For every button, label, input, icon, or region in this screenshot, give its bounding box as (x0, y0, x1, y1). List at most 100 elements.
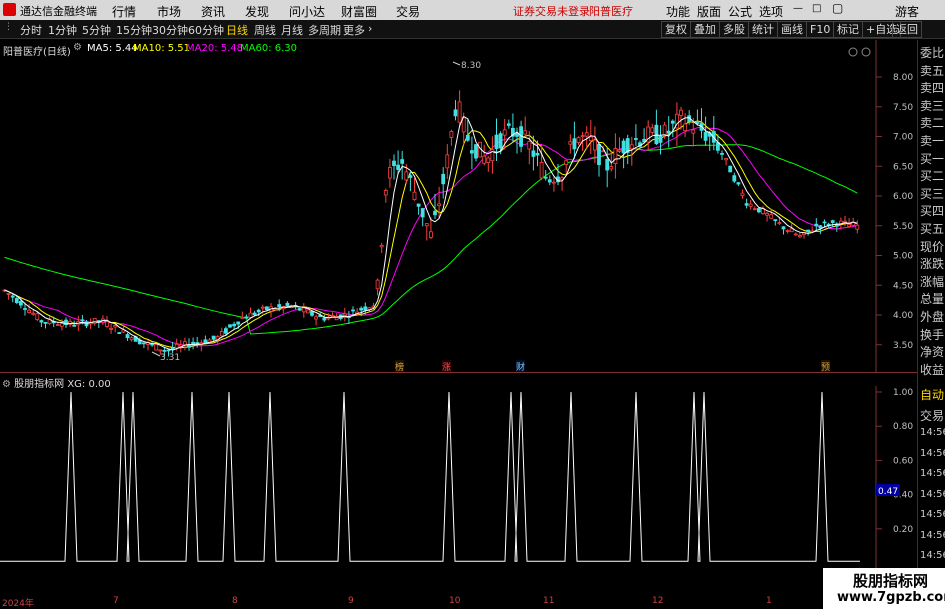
menu-fortune[interactable]: 财富圈 (341, 3, 377, 20)
indicator-chart[interactable]: 1.000.800.600.400.20 0.47 (0, 386, 917, 596)
candle-body (523, 130, 528, 135)
menu-formula[interactable]: 公式 (728, 3, 752, 20)
candle-body (769, 214, 774, 219)
candle-body (572, 138, 577, 150)
app-logo-icon (3, 3, 16, 16)
toolbar-button[interactable]: 统计 (748, 21, 778, 38)
price-axis: 8.00 7.50 7.00 6.50 6.00 5.50 5.00 4.50 4.00 3.50 (876, 73, 913, 351)
candle-body (634, 138, 638, 140)
candle-body (211, 335, 216, 340)
candle-body (847, 224, 851, 227)
candle-body (55, 324, 60, 326)
period-tab[interactable]: 60分钟 (188, 22, 224, 38)
low-annotation: 3.31 (151, 351, 180, 363)
toolbar-button[interactable]: 返回 (892, 21, 922, 38)
time-label: 1 (766, 596, 772, 606)
toolbar-button[interactable]: 画线 (777, 21, 807, 38)
period-tab[interactable]: 15分钟 (116, 22, 152, 38)
candles (2, 90, 860, 357)
candle-body (351, 309, 355, 312)
candle-body (588, 136, 593, 142)
menu-layout[interactable]: 版面 (697, 3, 721, 20)
candle-body (264, 306, 269, 311)
quote-field-label: 换手 (920, 327, 945, 342)
quote-field-label: 买一 (920, 151, 945, 166)
candle-body (482, 155, 487, 164)
price-tick-label: 5.00 (893, 252, 913, 262)
watermark-url: www.7gpzb.com (837, 590, 945, 605)
quote-field-label: 卖四 (920, 81, 945, 96)
toolbar-button[interactable]: 多股 (719, 21, 749, 38)
candle-body (72, 324, 77, 327)
period-tab-more[interactable]: 更多 (343, 22, 365, 38)
price-tick-label: 5.50 (893, 222, 913, 232)
period-tab[interactable]: 多周期 (308, 22, 341, 38)
quote-tab[interactable]: 交易 (920, 407, 944, 424)
title-bar: 通达信金融终端 行情 市场 资讯 发现 问小达 财富圈 交易 证券交易未登录 阳… (0, 0, 945, 20)
candle-body (757, 208, 761, 213)
indicator-tick-label: 0.80 (893, 422, 913, 432)
candle-body (531, 150, 536, 157)
candle-body (789, 228, 794, 233)
chevron-right-icon[interactable]: › (368, 22, 372, 35)
quote-field-label: 卖五 (920, 63, 945, 78)
toolbar-button[interactable]: 叠加 (690, 21, 720, 38)
menu-quotes[interactable]: 行情 (112, 3, 136, 20)
candle-body (539, 162, 544, 179)
period-tab[interactable]: 月线 (281, 22, 303, 38)
period-tab[interactable]: 周线 (254, 22, 276, 38)
tick-time: 14:56 (920, 529, 945, 541)
app-name: 通达信金融终端 (20, 5, 97, 18)
quote-tab[interactable]: 自动 (920, 386, 944, 403)
candle-body (14, 298, 19, 304)
toolbar-button[interactable]: 复权 (661, 21, 691, 38)
menu-function[interactable]: 功能 (666, 3, 690, 20)
toolbar-button[interactable]: F10 (806, 21, 835, 38)
restore-icon[interactable]: □ (812, 3, 821, 14)
candle-body (31, 312, 36, 315)
menu-market[interactable]: 市场 (157, 3, 181, 20)
current-value: 0.47 (878, 487, 898, 497)
candle-body (748, 203, 753, 207)
maximize-icon[interactable]: ▢ (832, 1, 843, 15)
candle-body (412, 191, 417, 200)
candle-body (150, 343, 155, 346)
period-tab[interactable]: 分时 (20, 22, 42, 38)
login-warning[interactable]: 证券交易未登录 (513, 3, 590, 19)
candle-body (379, 245, 384, 248)
menu-news[interactable]: 资讯 (201, 3, 225, 20)
candle-body (744, 203, 749, 206)
minimize-icon[interactable]: — (793, 3, 803, 14)
candle-body (855, 224, 860, 230)
quote-field-label: 收益 (920, 362, 945, 377)
tick-time: 14:56 (920, 468, 945, 479)
candle-body (240, 316, 245, 319)
drag-handle-icon[interactable]: ⋮ (4, 22, 13, 32)
high-annotation: 8.30 (452, 61, 481, 71)
period-tab[interactable]: 1分钟 (48, 22, 77, 38)
candle-body (535, 152, 540, 156)
menu-xiaoda[interactable]: 问小达 (289, 3, 325, 20)
period-tab[interactable]: 5分钟 (82, 22, 111, 38)
quote-field-label: 买四 (920, 204, 945, 219)
menu-trade[interactable]: 交易 (396, 3, 420, 20)
candle-body (174, 343, 179, 349)
candlestick-chart[interactable]: 8.00 7.50 7.00 6.50 6.00 5.50 5.00 4.50 4.00 3.50… (0, 40, 917, 372)
candle-body (92, 317, 97, 324)
time-label: 12 (652, 596, 664, 606)
quote-panel: 委比 卖五 卖四 卖三 卖二 卖一 买一 买二 买三 买四 买五 现价 涨跌 涨幅 总量 外盘 换手 净资 收益 自动… (917, 40, 945, 602)
period-tab-active[interactable]: 日线 (226, 22, 248, 38)
candle-body (23, 308, 27, 310)
menu-discover[interactable]: 发现 (245, 3, 269, 20)
user-label[interactable]: 游客 (895, 3, 919, 20)
toolbar-button[interactable]: 标记 (833, 21, 863, 38)
period-tab[interactable]: 30分钟 (152, 22, 188, 38)
candle-body (162, 349, 167, 352)
settings-dots-icon[interactable] (848, 47, 871, 57)
candle-body (424, 223, 429, 227)
watermark-title: 股朋指标网 (853, 572, 929, 590)
quote-field-label: 卖三 (920, 98, 945, 113)
time-label: 2024年 (2, 599, 34, 609)
menu-options[interactable]: 选项 (759, 3, 783, 20)
candle-body (502, 129, 507, 136)
